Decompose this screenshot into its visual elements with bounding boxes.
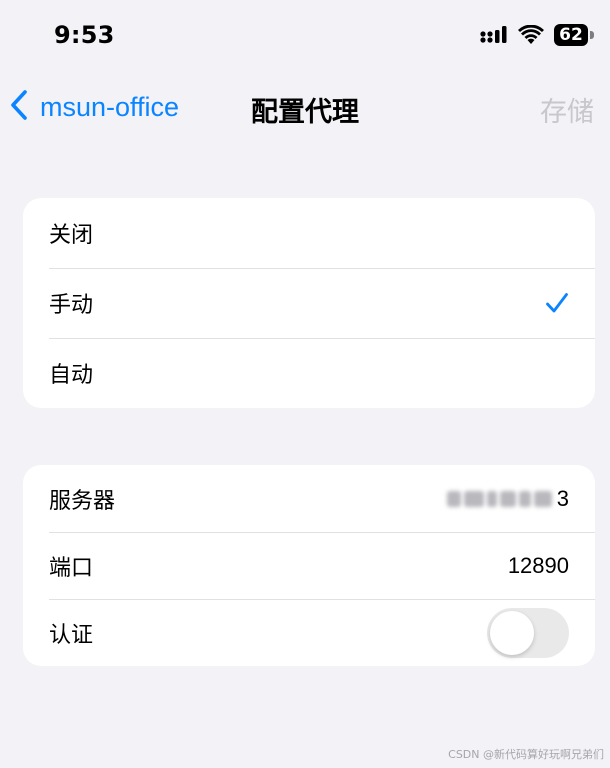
checkmark-icon [545,292,569,314]
auth-toggle[interactable] [487,607,569,658]
status-icons: 62 [480,24,594,46]
navigation-bar: msun-office 配置代理 存储 [0,72,610,144]
proxy-mode-label: 手动 [49,293,94,318]
server-value-tail: 3 [556,485,569,511]
cellular-signal-icon [480,26,508,44]
proxy-mode-label: 自动 [49,363,94,388]
save-button[interactable]: 存储 [540,90,594,129]
server-row[interactable]: 服务器 3 [23,465,595,532]
page-title: 配置代理 [251,97,359,128]
server-value-redacted[interactable]: 3 [446,485,569,512]
server-label: 服务器 [49,488,116,514]
port-row[interactable]: 端口 12890 [23,532,595,599]
battery-level: 62 [559,25,583,45]
proxy-mode-off[interactable]: 关闭 [23,198,595,268]
proxy-mode-label: 关闭 [49,223,94,248]
battery-icon: 62 [554,24,594,46]
manual-proxy-settings-group: 服务器 3 端口 12890 认证 [23,465,595,666]
auth-row: 认证 [23,599,595,666]
status-bar: 9:53 62 [0,0,610,70]
status-time: 9:53 [54,21,115,49]
auth-label: 认证 [49,622,94,648]
proxy-mode-auto[interactable]: 自动 [23,338,595,408]
wifi-icon [518,25,544,45]
toggle-knob [490,610,534,655]
proxy-mode-group: 关闭 手动 自动 [23,198,595,408]
port-value[interactable]: 12890 [508,553,569,579]
watermark: CSDN @新代码算好玩啊兄弟们 [448,748,604,761]
port-label: 端口 [49,555,94,581]
proxy-mode-manual[interactable]: 手动 [23,268,595,338]
